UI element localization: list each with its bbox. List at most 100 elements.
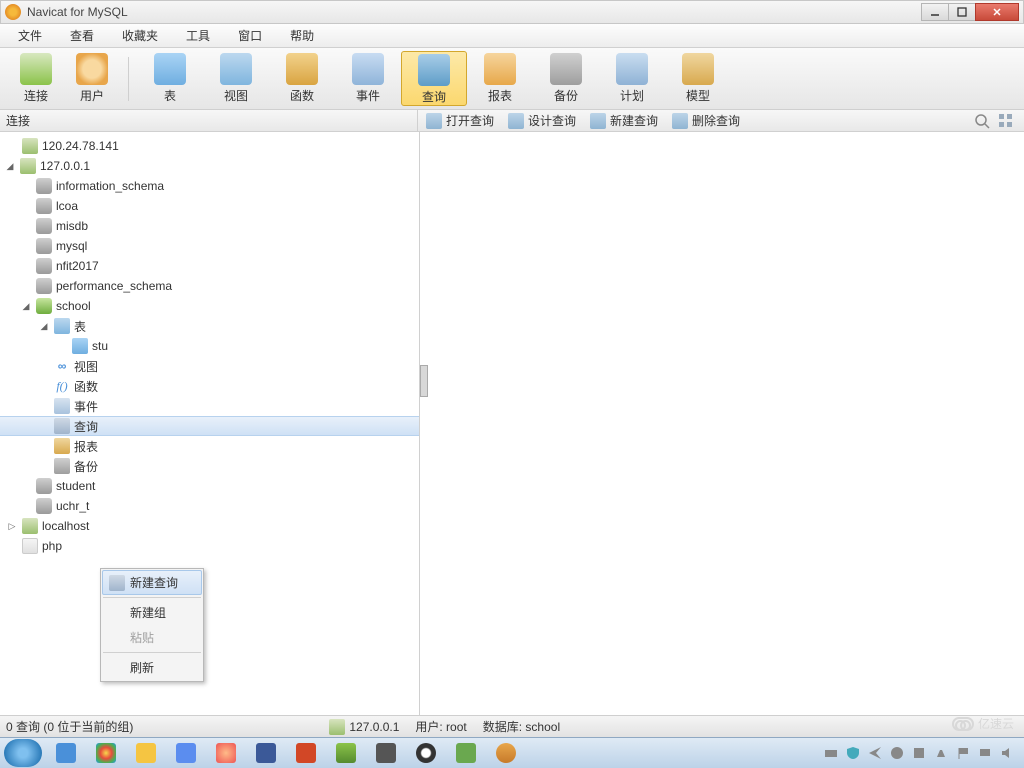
tree-db[interactable]: misdb [0, 216, 419, 236]
database-active-icon [36, 298, 52, 314]
menu-view[interactable]: 查看 [56, 27, 108, 44]
tray-icon[interactable] [824, 746, 838, 760]
tool-model[interactable]: 模型 [665, 53, 731, 104]
tree-header: 连接 [0, 110, 418, 131]
menu-tools[interactable]: 工具 [172, 27, 224, 44]
delete-query-icon [672, 113, 688, 129]
taskbar-item[interactable] [86, 740, 126, 766]
menu-window[interactable]: 窗口 [224, 27, 276, 44]
expand-icon[interactable]: ▷ [6, 520, 18, 532]
new-query-button[interactable]: 新建查询 [590, 112, 658, 129]
tool-backup[interactable]: 备份 [533, 53, 599, 104]
tree-db[interactable]: student [0, 476, 419, 496]
tray-icon[interactable] [868, 746, 882, 760]
menu-favorites[interactable]: 收藏夹 [108, 27, 172, 44]
tool-user[interactable]: 用户 [64, 53, 120, 104]
main-toolbar: 连接 用户 表 视图 函数 事件 查询 报表 备份 计划 模型 [0, 48, 1024, 110]
tree-db[interactable]: uchr_t [0, 496, 419, 516]
tree-db[interactable]: lcoa [0, 196, 419, 216]
grid-view-icon[interactable] [998, 113, 1014, 129]
status-bar: 0 查询 (0 位于当前的组) 127.0.0.1 用户: root 数据库: … [0, 715, 1024, 737]
tray-flag-icon[interactable] [956, 746, 970, 760]
ctx-new-group[interactable]: 新建组 [102, 600, 202, 625]
taskbar-item[interactable] [126, 740, 166, 766]
taskbar-item[interactable] [286, 740, 326, 766]
maximize-button[interactable] [948, 3, 976, 21]
delete-query-button[interactable]: 删除查询 [672, 112, 740, 129]
tree-backup-folder[interactable]: 备份 [0, 456, 419, 476]
tool-query[interactable]: 查询 [401, 51, 467, 106]
tree-file[interactable]: php [0, 536, 419, 556]
tree-table-stu[interactable]: stu [0, 336, 419, 356]
tree-views-folder[interactable]: ∞视图 [0, 356, 419, 376]
tree-reports-folder[interactable]: 报表 [0, 436, 419, 456]
database-icon [36, 478, 52, 494]
tree-db[interactable]: mysql [0, 236, 419, 256]
taskbar-item[interactable] [46, 740, 86, 766]
tool-report[interactable]: 报表 [467, 53, 533, 104]
tree-queries-folder[interactable]: 查询 [0, 416, 419, 436]
minimize-button[interactable] [921, 3, 949, 21]
tree-connection[interactable]: ▷localhost [0, 516, 419, 536]
collapse-icon[interactable]: ◢ [38, 320, 50, 332]
table-icon [72, 338, 88, 354]
tool-schedule[interactable]: 计划 [599, 53, 665, 104]
taskbar-item[interactable] [326, 740, 366, 766]
taskbar-item[interactable] [246, 740, 286, 766]
tree-functions-folder[interactable]: f()函数 [0, 376, 419, 396]
tool-event[interactable]: 事件 [335, 53, 401, 104]
taskbar-item[interactable] [486, 740, 526, 766]
tree-connection[interactable]: ◢127.0.0.1 [0, 156, 419, 176]
function-icon [286, 53, 318, 85]
tray-icon[interactable] [912, 746, 926, 760]
collapse-icon[interactable]: ◢ [20, 300, 32, 312]
tree-db[interactable]: performance_schema [0, 276, 419, 296]
backup-icon [550, 53, 582, 85]
close-button[interactable] [975, 3, 1019, 21]
ctx-refresh[interactable]: 刷新 [102, 655, 202, 680]
menu-file[interactable]: 文件 [4, 27, 56, 44]
toolbar-separator [128, 57, 129, 101]
connection-tree[interactable]: 120.24.78.141 ◢127.0.0.1 information_sch… [0, 132, 420, 715]
taskbar-item[interactable] [366, 740, 406, 766]
collapse-icon[interactable]: ◢ [4, 160, 16, 172]
menu-help[interactable]: 帮助 [276, 27, 328, 44]
tool-table[interactable]: 表 [137, 53, 203, 104]
tool-function[interactable]: 函数 [269, 53, 335, 104]
title-bar: Navicat for MySQL [0, 0, 1024, 24]
server-icon [22, 138, 38, 154]
windows-taskbar[interactable] [0, 737, 1024, 768]
tool-view[interactable]: 视图 [203, 53, 269, 104]
menu-bar: 文件 查看 收藏夹 工具 窗口 帮助 [0, 24, 1024, 48]
database-icon [36, 218, 52, 234]
system-tray[interactable] [824, 746, 1020, 760]
ctx-new-query[interactable]: 新建查询 [102, 570, 202, 595]
taskbar-item[interactable] [166, 740, 206, 766]
tree-db[interactable]: nfit2017 [0, 256, 419, 276]
search-icon[interactable] [974, 113, 990, 129]
tool-connection[interactable]: 连接 [8, 53, 64, 104]
tree-tables-folder[interactable]: ◢表 [0, 316, 419, 336]
design-query-button[interactable]: 设计查询 [508, 112, 576, 129]
app-icon [5, 4, 21, 20]
tree-connection[interactable]: 120.24.78.141 [0, 136, 419, 156]
tree-db[interactable]: information_schema [0, 176, 419, 196]
taskbar-item[interactable] [406, 740, 446, 766]
tray-shield-icon[interactable] [846, 746, 860, 760]
ctx-paste: 粘贴 [102, 625, 202, 650]
start-button[interactable] [4, 739, 42, 767]
tray-network-icon[interactable] [978, 746, 992, 760]
tray-volume-icon[interactable] [1000, 746, 1014, 760]
event-icon [352, 53, 384, 85]
tree-events-folder[interactable]: 事件 [0, 396, 419, 416]
tree-db-school[interactable]: ◢school [0, 296, 419, 316]
file-icon [22, 538, 38, 554]
database-icon [36, 178, 52, 194]
query-icon [418, 54, 450, 86]
open-query-button[interactable]: 打开查询 [426, 112, 494, 129]
taskbar-item[interactable] [446, 740, 486, 766]
tray-icon[interactable] [934, 746, 948, 760]
tray-icon[interactable] [890, 746, 904, 760]
taskbar-item[interactable] [206, 740, 246, 766]
backup-icon [54, 458, 70, 474]
